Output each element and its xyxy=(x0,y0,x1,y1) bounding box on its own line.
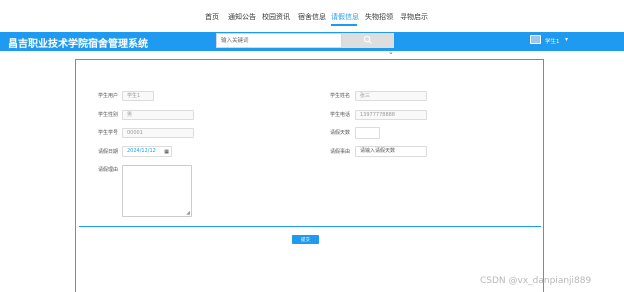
student-name-label: 学生姓名 xyxy=(330,93,351,99)
submit-button[interactable]: 提交 xyxy=(292,235,319,244)
nav-item-leave-info[interactable]: 请假信息 xyxy=(331,12,359,22)
student-name-value: 张三 xyxy=(360,93,371,99)
nav-item-dorm-info[interactable]: 宿舍信息 xyxy=(298,12,326,22)
student-account-label: 学生用户 xyxy=(98,93,119,99)
resize-grip-icon[interactable]: ◢ xyxy=(186,211,190,216)
student-name-field: 张三 xyxy=(355,91,427,101)
student-gender-label: 学生性别 xyxy=(98,112,119,118)
leave-reason-label: 请假事由 xyxy=(330,149,351,155)
user-avatar[interactable] xyxy=(530,35,541,44)
form-divider xyxy=(79,226,541,227)
student-id-value: 00001 xyxy=(127,130,143,136)
student-id-field: 00001 xyxy=(122,128,194,138)
nav-item-home[interactable]: 首页 xyxy=(205,12,219,22)
leave-date-value: 2024/12/12 xyxy=(127,148,156,154)
student-account-field: 学生1 xyxy=(122,91,154,101)
nav-item-campus-news[interactable]: 校园资讯 xyxy=(262,12,290,22)
search-input[interactable] xyxy=(216,33,342,48)
user-name[interactable]: 学生1 xyxy=(545,37,560,45)
site-title: 昌吉职业技术学院宿舍管理系统 xyxy=(8,39,148,50)
nav-item-notices[interactable]: 通知公告 xyxy=(228,12,256,22)
calendar-icon[interactable]: ▦ xyxy=(164,148,169,156)
leave-remark-label: 请假理由 xyxy=(98,167,119,173)
watermark: CSDN @vx_danpianji889 xyxy=(480,276,592,286)
nav-item-seek-item[interactable]: 寻物启示 xyxy=(400,12,428,22)
search-button[interactable] xyxy=(342,33,394,48)
leave-days-input[interactable] xyxy=(355,127,380,139)
leave-reason-input[interactable]: 请输入请假天数 xyxy=(355,146,427,157)
student-account-value: 学生1 xyxy=(127,93,141,99)
student-phone-label: 学生电话 xyxy=(330,112,351,118)
active-tab-indicator xyxy=(331,24,357,26)
top-navigation: 首页 通知公告 校园资讯 宿舍信息 请假信息 失物招领 寻物启示 xyxy=(0,0,624,32)
student-phone-field: 13977778888 xyxy=(355,110,427,120)
leave-remark-textarea[interactable]: ◢ xyxy=(122,165,192,217)
leave-date-input[interactable]: 2024/12/12 ▦ xyxy=(122,146,172,157)
leave-days-label: 请假天数 xyxy=(330,130,351,136)
search-icon xyxy=(363,35,372,44)
student-phone-value: 13977778888 xyxy=(360,112,395,118)
student-gender-field: 男 xyxy=(122,110,194,120)
student-gender-value: 男 xyxy=(127,112,133,118)
student-id-label: 学生学号 xyxy=(98,130,119,136)
leave-date-label: 请假日期 xyxy=(98,149,119,155)
site-header: 昌吉职业技术学院宿舍管理系统 学生1 ▾ xyxy=(0,32,624,51)
cursor-icon: ⌄ xyxy=(388,48,394,56)
nav-item-lost-found[interactable]: 失物招领 xyxy=(365,12,393,22)
leave-reason-placeholder: 请输入请假天数 xyxy=(360,148,396,154)
chevron-down-icon[interactable]: ▾ xyxy=(565,36,568,43)
